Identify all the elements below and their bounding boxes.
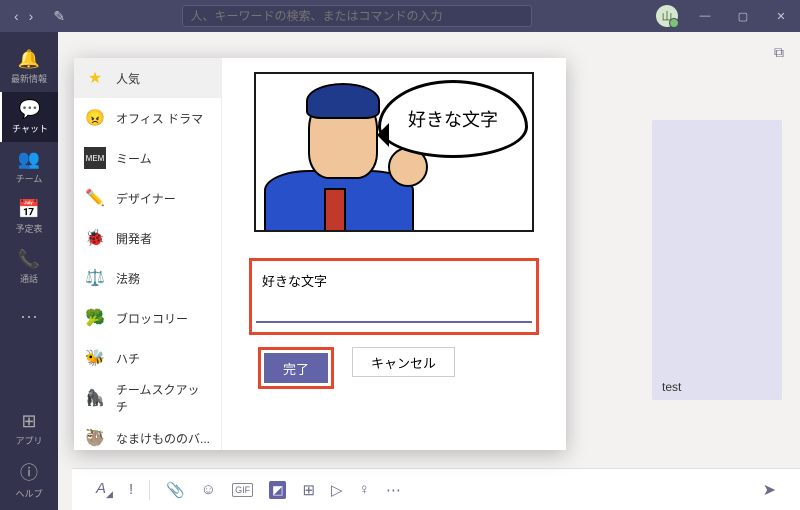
emoji-icon[interactable]: ☺	[201, 481, 216, 498]
sticker-categories: ★人気 😠オフィス ドラマ MEMミーム ✏️デザイナー 🐞開発者 ⚖️法務 🥦…	[74, 58, 222, 450]
category-icon: ✏️	[84, 187, 106, 209]
calendar-icon: 📅	[18, 199, 40, 220]
attach-icon[interactable]: 📎	[166, 481, 185, 499]
chat-icon: 💬	[19, 99, 41, 120]
titlebar: ‹ › ✎ 山 — ▢ ✕	[0, 0, 800, 32]
category-icon: 🦍	[84, 387, 106, 409]
done-highlight: 完了	[258, 347, 334, 389]
rail-help[interactable]: ⓘ ヘルプ	[15, 454, 42, 504]
category-designer[interactable]: ✏️デザイナー	[74, 178, 221, 218]
send-icon[interactable]: ➤	[763, 480, 776, 500]
maximize-button[interactable]: ▢	[724, 0, 762, 32]
help-icon: ⓘ	[20, 459, 38, 485]
caption-input-highlight	[249, 258, 539, 335]
category-icon: 🥦	[84, 307, 106, 329]
cancel-button[interactable]: キャンセル	[352, 347, 455, 377]
minimize-button[interactable]: —	[686, 0, 724, 32]
rail-apps[interactable]: ⊞ アプリ	[15, 404, 42, 454]
category-meme[interactable]: MEMミーム	[74, 138, 221, 178]
message-text: test	[662, 380, 681, 394]
format-icon[interactable]: A◢	[96, 480, 113, 500]
sticker-preview: 好きな文字	[254, 72, 534, 232]
sticker-editor: 好きな文字 完了 キャンセル	[222, 58, 566, 450]
category-icon: 🐝	[84, 347, 106, 369]
apps-icon: ⊞	[21, 411, 36, 432]
praise-icon[interactable]: ♀	[359, 481, 370, 498]
avatar[interactable]: 山	[656, 5, 678, 27]
rail-calendar[interactable]: 📅 予定表	[0, 192, 58, 242]
search-input[interactable]	[182, 5, 532, 27]
gif-icon[interactable]: GIF	[232, 483, 253, 497]
meet-icon[interactable]: ⊞	[302, 481, 315, 499]
more-compose-icon[interactable]: ⋯	[386, 481, 401, 499]
app-rail: 🔔 最新情報 💬 チャット 👥 チーム 📅 予定表 📞 通話 ⋯ ⊞ アプリ	[0, 32, 58, 510]
rail-calls[interactable]: 📞 通話	[0, 242, 58, 292]
bell-icon: 🔔	[18, 49, 40, 70]
category-icon: MEM	[84, 147, 106, 169]
category-icon: 😠	[84, 107, 106, 129]
category-squatch[interactable]: 🦍チームスクアッチ	[74, 378, 221, 418]
sticker-picker: ★人気 😠オフィス ドラマ MEMミーム ✏️デザイナー 🐞開発者 ⚖️法務 🥦…	[74, 58, 566, 450]
star-icon: ★	[84, 67, 106, 89]
rail-more[interactable]: ⋯	[0, 292, 58, 342]
priority-icon[interactable]: !	[129, 481, 133, 498]
category-office-drama[interactable]: 😠オフィス ドラマ	[74, 98, 221, 138]
sticker-icon[interactable]: ◩	[269, 481, 286, 499]
category-developer[interactable]: 🐞開発者	[74, 218, 221, 258]
category-icon: 🐞	[84, 227, 106, 249]
rail-chat[interactable]: 💬 チャット	[0, 92, 58, 142]
rail-teams[interactable]: 👥 チーム	[0, 142, 58, 192]
stream-icon[interactable]: ▷	[331, 481, 343, 499]
category-popular[interactable]: ★人気	[74, 58, 221, 98]
category-icon: 🦥	[84, 427, 106, 449]
teams-icon: 👥	[18, 149, 40, 170]
rail-activity[interactable]: 🔔 最新情報	[0, 42, 58, 92]
done-button[interactable]: 完了	[264, 353, 328, 383]
category-legal[interactable]: ⚖️法務	[74, 258, 221, 298]
category-sloth[interactable]: 🦥なまけもののバ...	[74, 418, 221, 450]
popout-icon[interactable]: ⧉	[774, 44, 784, 61]
close-button[interactable]: ✕	[762, 0, 800, 32]
caption-input[interactable]	[256, 265, 532, 323]
more-icon: ⋯	[20, 307, 38, 328]
category-broccoli[interactable]: 🥦ブロッコリー	[74, 298, 221, 338]
nav-forward[interactable]: ›	[25, 6, 38, 26]
sent-message[interactable]: test	[652, 120, 782, 400]
compose-bar: A◢ ! 📎 ☺ GIF ◩ ⊞ ▷ ♀ ⋯ ➤	[72, 468, 800, 510]
new-chat-icon[interactable]: ✎	[53, 8, 65, 25]
category-icon: ⚖️	[84, 267, 106, 289]
nav-back[interactable]: ‹	[10, 6, 23, 26]
category-bee[interactable]: 🐝ハチ	[74, 338, 221, 378]
phone-icon: 📞	[18, 249, 40, 270]
